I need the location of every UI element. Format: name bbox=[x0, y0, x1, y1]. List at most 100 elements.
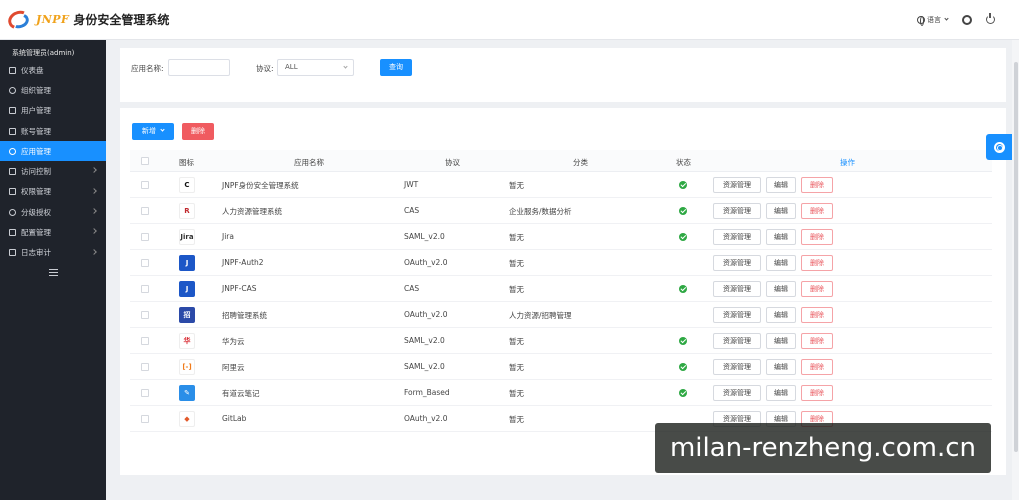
protocol-cell: Form_Based bbox=[404, 388, 450, 397]
sidebar-item-label: 账号管理 bbox=[21, 126, 51, 136]
sidebar-item[interactable]: 访问控制 bbox=[0, 161, 106, 181]
query-button[interactable]: 查询 bbox=[380, 59, 412, 76]
protocol-select[interactable]: ALL bbox=[277, 59, 354, 76]
sidebar-item-icon bbox=[9, 147, 16, 155]
status-enabled-icon bbox=[679, 285, 687, 293]
resource-manage-button[interactable]: 资源管理 bbox=[713, 255, 761, 271]
sidebar-item[interactable]: 账号管理 bbox=[0, 121, 106, 141]
row-checkbox[interactable] bbox=[141, 415, 149, 423]
sidebar-item-label: 访问控制 bbox=[21, 167, 51, 177]
row-checkbox[interactable] bbox=[141, 207, 149, 215]
table-row: J JNPF-CAS CAS 暂无 资源管理 编辑 删除 bbox=[130, 276, 992, 302]
delete-button[interactable]: 删除 bbox=[801, 177, 833, 193]
sidebar-item-icon bbox=[9, 66, 16, 74]
edit-button[interactable]: 编辑 bbox=[766, 255, 796, 271]
col-status: 状态 bbox=[676, 158, 691, 167]
row-checkbox[interactable] bbox=[141, 389, 149, 397]
sidebar-item-label: 用户管理 bbox=[21, 106, 51, 116]
row-checkbox[interactable] bbox=[141, 363, 149, 371]
sidebar-item[interactable]: 用户管理 bbox=[0, 101, 106, 121]
app-name-cell: 人力资源管理系统 bbox=[222, 207, 282, 216]
gear-icon bbox=[993, 141, 1005, 153]
sidebar-item-label: 日志审计 bbox=[21, 248, 51, 258]
app-name-cell: JNPF-CAS bbox=[222, 284, 257, 293]
delete-button[interactable]: 删除 bbox=[801, 385, 833, 401]
category-cell: 人力资源/招聘管理 bbox=[509, 311, 572, 320]
table-header: 图标 应用名称 协议 分类 状态 操作 bbox=[130, 150, 992, 172]
resource-manage-button[interactable]: 资源管理 bbox=[713, 307, 761, 323]
delete-button[interactable]: 删除 bbox=[801, 359, 833, 375]
delete-button[interactable]: 删除 bbox=[801, 229, 833, 245]
status-enabled-icon bbox=[679, 363, 687, 371]
resource-manage-button[interactable]: 资源管理 bbox=[713, 229, 761, 245]
sidebar-item[interactable]: 组织管理 bbox=[0, 80, 106, 100]
protocol-select-value: ALL bbox=[285, 63, 298, 71]
delete-button[interactable]: 删除 bbox=[801, 333, 833, 349]
edit-button[interactable]: 编辑 bbox=[766, 307, 796, 323]
category-cell: 暂无 bbox=[509, 389, 524, 398]
sidebar-item[interactable]: 日志审计 bbox=[0, 243, 106, 263]
edit-button[interactable]: 编辑 bbox=[766, 385, 796, 401]
chevron-down-icon bbox=[160, 127, 165, 132]
power-icon[interactable] bbox=[986, 13, 995, 24]
chevron-right-icon bbox=[91, 228, 97, 235]
delete-button[interactable]: 删除 bbox=[801, 255, 833, 271]
sidebar-item-label: 分级授权 bbox=[21, 207, 51, 217]
edit-button[interactable]: 编辑 bbox=[766, 203, 796, 219]
status-enabled-icon bbox=[679, 389, 687, 397]
edit-button[interactable]: 编辑 bbox=[766, 229, 796, 245]
select-all-checkbox[interactable] bbox=[141, 157, 149, 165]
sidebar-item[interactable]: 应用管理 bbox=[0, 141, 106, 162]
app-logo-icon: R bbox=[179, 203, 195, 219]
delete-button[interactable]: 删除 bbox=[801, 307, 833, 323]
sidebar-item-icon bbox=[9, 107, 16, 115]
sidebar-item[interactable]: 权限管理 bbox=[0, 182, 106, 202]
status-enabled-icon bbox=[679, 233, 687, 241]
app-name-cell: JNPF-Auth2 bbox=[222, 258, 264, 267]
batch-delete-button[interactable]: 删除 bbox=[182, 123, 214, 140]
protocol-cell: OAuth_v2.0 bbox=[404, 310, 448, 319]
edit-button[interactable]: 编辑 bbox=[766, 359, 796, 375]
app-name-cell: JNPF身份安全管理系统 bbox=[222, 181, 299, 190]
app-table-panel: 新增 删除 图标 应用名称 协议 分类 状态 操作 C JNPF身份安全管理系统 J… bbox=[120, 108, 1006, 475]
app-logo-icon: J bbox=[179, 281, 195, 297]
sidebar-item[interactable]: 仪表盘 bbox=[0, 60, 106, 80]
page-scrollbar[interactable] bbox=[1014, 62, 1018, 452]
app-logo-icon: Jira bbox=[179, 229, 195, 245]
edit-button[interactable]: 编辑 bbox=[766, 177, 796, 193]
row-checkbox[interactable] bbox=[141, 337, 149, 345]
row-checkbox[interactable] bbox=[141, 259, 149, 267]
resource-manage-button[interactable]: 资源管理 bbox=[713, 203, 761, 219]
app-name-cell: 有道云笔记 bbox=[222, 389, 260, 398]
sidebar-item-label: 仪表盘 bbox=[21, 65, 44, 75]
language-switch[interactable]: 语言 bbox=[917, 15, 949, 26]
row-checkbox[interactable] bbox=[141, 181, 149, 189]
row-checkbox[interactable] bbox=[141, 285, 149, 293]
resource-manage-button[interactable]: 资源管理 bbox=[713, 177, 761, 193]
app-name-input[interactable] bbox=[168, 59, 230, 76]
protocol-label: 协议: bbox=[256, 64, 274, 73]
row-checkbox[interactable] bbox=[141, 233, 149, 241]
settings-float-button[interactable] bbox=[986, 134, 1012, 160]
sidebar-item-icon bbox=[9, 208, 16, 216]
resource-manage-button[interactable]: 资源管理 bbox=[713, 281, 761, 297]
edit-button[interactable]: 编辑 bbox=[766, 333, 796, 349]
sidebar-item[interactable]: 分级授权 bbox=[0, 202, 106, 222]
menu-collapse-icon[interactable] bbox=[49, 268, 58, 276]
row-checkbox[interactable] bbox=[141, 311, 149, 319]
logo[interactable]: JNPF 身份安全管理系统 bbox=[5, 7, 169, 32]
sidebar-item[interactable]: 配置管理 bbox=[0, 222, 106, 242]
delete-button[interactable]: 删除 bbox=[801, 281, 833, 297]
sidebar-item-label: 应用管理 bbox=[21, 146, 51, 156]
gear-icon[interactable] bbox=[962, 14, 972, 25]
edit-button[interactable]: 编辑 bbox=[766, 281, 796, 297]
watermark: milan-renzheng.com.cn bbox=[655, 423, 991, 473]
sidebar: 系统管理员(admin) 仪表盘组织管理用户管理账号管理应用管理访问控制权限管理… bbox=[0, 40, 106, 500]
resource-manage-button[interactable]: 资源管理 bbox=[713, 385, 761, 401]
delete-button[interactable]: 删除 bbox=[801, 203, 833, 219]
resource-manage-button[interactable]: 资源管理 bbox=[713, 333, 761, 349]
add-button[interactable]: 新增 bbox=[132, 123, 174, 140]
chevron-down-icon bbox=[944, 16, 949, 21]
resource-manage-button[interactable]: 资源管理 bbox=[713, 359, 761, 375]
current-user: 系统管理员(admin) bbox=[12, 49, 75, 57]
